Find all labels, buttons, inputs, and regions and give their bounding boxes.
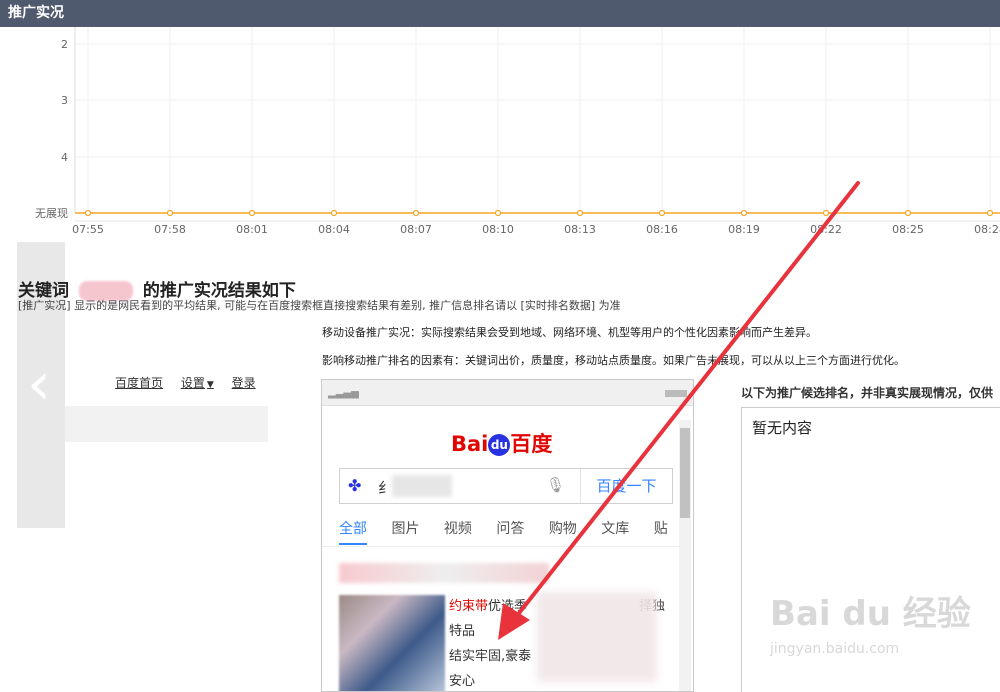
mobile-note-1: 移动设备推广实况：实际搜索结果会受到地域、网络环境、机型等用户的个性化因素影响而… xyxy=(322,326,817,339)
chevron-left-icon: ‹ xyxy=(27,349,51,419)
phone-scrollbar[interactable] xyxy=(679,420,691,691)
x-tick-label: 07:58 xyxy=(154,223,186,236)
y-tick-label: 无展现 xyxy=(35,207,68,220)
series-point xyxy=(166,209,174,217)
baidu-logo: Bai du 百度 xyxy=(451,428,552,458)
panel-title: 推广实况 xyxy=(0,0,1000,27)
series-point xyxy=(904,209,912,217)
link-login[interactable]: 登录 xyxy=(232,376,256,390)
tab-shopping[interactable]: 购物 xyxy=(549,521,577,537)
tab-video[interactable]: 视频 xyxy=(444,521,472,537)
x-tick-label: 08:22 xyxy=(810,223,842,236)
y-tick-label: 4 xyxy=(61,151,68,164)
screen: 推广实况 2 3 4 无展现 07:55 07:58 08:01 08:04 08:07 08:1… xyxy=(0,0,1000,692)
result-description: [推广实况] 显示的是网民看到的平均结果, 可能与在百度搜索框直接搜索结果有差别… xyxy=(18,299,621,312)
tab-all[interactable]: 全部 xyxy=(339,521,367,545)
search-button[interactable]: 百度一下 xyxy=(580,469,672,503)
result-thumbnail[interactable] xyxy=(339,595,445,691)
series-point xyxy=(576,209,584,217)
tabs-divider xyxy=(322,546,680,547)
tab-images[interactable]: 图片 xyxy=(391,521,419,537)
tab-wenku[interactable]: 文库 xyxy=(601,521,629,537)
x-tick-label: 08:19 xyxy=(728,223,760,236)
x-tick-label: 07:55 xyxy=(72,223,104,236)
link-settings[interactable]: 设置 ▼ xyxy=(181,376,214,390)
series-point xyxy=(412,209,420,217)
series-point xyxy=(986,209,994,217)
watermark-url: jingyan.baidu.com xyxy=(770,641,900,657)
series-point xyxy=(740,209,748,217)
link-baidu-home[interactable]: 百度首页 xyxy=(115,376,163,390)
y-tick-label: 2 xyxy=(61,38,68,51)
candidate-rank-note: 以下为推广候选排名，并非真实展现情况，仅供 xyxy=(741,386,994,400)
x-tick-label: 08:25 xyxy=(892,223,924,236)
mobile-note-2: 影响移动推广排名的因素有：关键词出价，质量度，移动站点质量度。如果广告未展现，可… xyxy=(322,354,905,367)
snippet-blurred xyxy=(537,592,657,682)
battery-icon xyxy=(665,390,687,397)
series-point xyxy=(822,209,830,217)
link-settings-label: 设置 xyxy=(180,376,205,390)
watermark: Bai du 经验 jingyan.baidu.com xyxy=(770,586,971,657)
rank-chart-svg: 2 3 4 无展现 07:55 07:58 08:01 08:04 08:07 08:10 08:1… xyxy=(35,27,1000,236)
tab-tieba[interactable]: 贴 xyxy=(654,521,668,537)
query-blurred xyxy=(392,475,452,497)
tab-qa[interactable]: 问答 xyxy=(496,521,524,537)
result-line-1: 优选季 xyxy=(488,599,528,614)
series-point xyxy=(84,209,92,217)
logo-du: du xyxy=(488,434,511,456)
search-query[interactable]: 纟 xyxy=(378,477,393,498)
result-keyword: 约束带 xyxy=(449,599,489,614)
pc-preview-band xyxy=(65,406,268,442)
signal-icon: ▂▃▄▅ xyxy=(328,388,359,399)
result-title-blurred xyxy=(339,563,549,583)
empty-message: 暂无内容 xyxy=(752,419,813,437)
x-tick-label: 08:13 xyxy=(564,223,596,236)
x-tick-label: 08:04 xyxy=(318,223,350,236)
watermark-logo: Bai du 经验 xyxy=(770,594,971,634)
series-point xyxy=(248,209,256,217)
series-point xyxy=(658,209,666,217)
phone-search-box: ✤ 纟 🎙 百度一下 xyxy=(339,468,673,504)
x-tick-label: 08:10 xyxy=(482,223,514,236)
series-point xyxy=(330,209,338,217)
series-point xyxy=(494,209,502,217)
phone-tabs: 全部 图片 视频 问答 购物 文库 贴 xyxy=(339,518,688,545)
phone-status-bar: ▂▃▄▅ xyxy=(322,380,693,406)
x-tick-label: 08:16 xyxy=(646,223,678,236)
baidu-paw-icon: ✤ xyxy=(348,476,362,495)
x-tick-label: 08:07 xyxy=(400,223,432,236)
logo-baidu-cn: 百度 xyxy=(510,432,553,456)
rank-chart: 2 3 4 无展现 07:55 07:58 08:01 08:04 08:07 08:10 08:1… xyxy=(0,27,1000,242)
caret-down-icon: ▼ xyxy=(206,380,214,390)
logo-bai: Bai xyxy=(451,432,489,456)
x-tick-label: 08:28 xyxy=(974,223,1000,236)
pc-preview-links: 百度首页 设置 ▼ 登录 xyxy=(115,374,270,391)
mic-icon[interactable]: 🎙 xyxy=(546,476,565,494)
phone-scroll-thumb[interactable] xyxy=(680,428,690,518)
mobile-preview: ▂▃▄▅ Bai du 百度 ✤ 纟 🎙 百度一下 全部 图片 视频 问答 购物 文… xyxy=(321,379,694,692)
x-tick-label: 08:01 xyxy=(236,223,268,236)
y-tick-label: 3 xyxy=(61,94,68,107)
